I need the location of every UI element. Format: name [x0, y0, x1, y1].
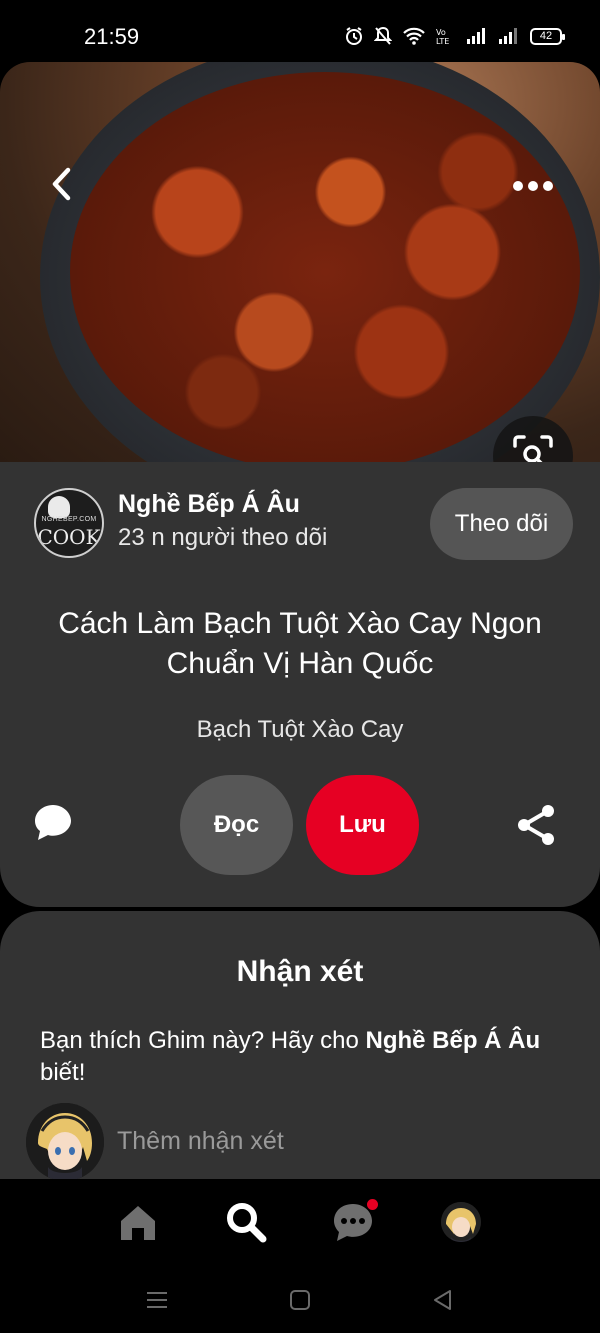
- share-button[interactable]: [515, 803, 557, 847]
- triangle-back-icon: [434, 1290, 451, 1310]
- chevron-left-icon: [52, 167, 71, 201]
- more-dots-icon: [513, 181, 553, 191]
- signal-1-icon: [467, 28, 485, 44]
- wifi-icon: [403, 27, 425, 45]
- pin-image[interactable]: [0, 62, 600, 462]
- square-icon: [290, 1290, 310, 1310]
- recent-apps-button[interactable]: [142, 1285, 172, 1315]
- follow-button[interactable]: Theo dõi: [430, 488, 573, 560]
- profile-avatar: [441, 1202, 481, 1242]
- svg-text:LTE: LTE: [436, 37, 449, 45]
- share-icon: [518, 805, 554, 845]
- system-back-button[interactable]: [428, 1285, 458, 1315]
- visual-search-icon: [513, 435, 553, 462]
- comment-button[interactable]: [32, 802, 74, 844]
- volte-icon: VoLTE: [436, 28, 449, 45]
- save-button[interactable]: Lưu: [306, 775, 419, 875]
- status-bar: 21:59 Vo LTE 42: [0, 0, 600, 62]
- user-avatar: [26, 1103, 104, 1181]
- anime-avatar-illustration: [26, 1103, 104, 1181]
- bottom-navigation: [0, 1179, 600, 1269]
- svg-text:Vo: Vo: [436, 28, 446, 37]
- search-icon: [227, 1203, 267, 1243]
- visual-search-button[interactable]: [493, 416, 573, 462]
- comments-prompt-suffix: biết!: [40, 1059, 86, 1086]
- comments-prompt-name: Nghề Bếp Á Âu: [365, 1027, 541, 1054]
- more-button[interactable]: [510, 174, 556, 198]
- nav-home[interactable]: [113, 1197, 163, 1247]
- home-icon: [121, 1206, 155, 1240]
- status-time: 21:59: [84, 24, 140, 49]
- menu-icon: [147, 1292, 167, 1308]
- status-icons: Vo LTE 42: [344, 26, 565, 46]
- profile-avatar-illustration: [441, 1202, 481, 1242]
- back-button[interactable]: [44, 162, 80, 206]
- speech-bubble-icon: [35, 805, 71, 840]
- read-button[interactable]: Đọc: [180, 775, 293, 875]
- notification-dot: [367, 1199, 378, 1210]
- comments-heading: Nhận xét: [236, 955, 364, 988]
- publisher-name[interactable]: Nghề Bếp Á Âu: [118, 490, 300, 519]
- logo-small-text: NGHEBEP.COM: [41, 516, 97, 523]
- nav-search[interactable]: [221, 1197, 271, 1247]
- logo-main-text: COOK: [37, 525, 101, 549]
- alarm-icon: [346, 27, 362, 45]
- signal-2-icon: [499, 28, 517, 44]
- nav-profile[interactable]: [436, 1197, 486, 1247]
- comments-prompt-prefix: Bạn thích Ghim này? Hãy cho: [40, 1027, 366, 1054]
- chef-hat-icon: [48, 496, 70, 518]
- pin-subtitle: Bạch Tuột Xào Cay: [196, 716, 404, 743]
- food-photo: [70, 72, 580, 462]
- pin-title: Cách Làm Bạch Tuột Xào Cay Ngon Chuẩn Vị…: [58, 607, 542, 680]
- mute-bell-icon: [374, 26, 392, 45]
- pin-details-card: NGHEBEP.COM COOK Nghề Bếp Á Âu 23 n ngườ…: [0, 462, 600, 907]
- nav-messages[interactable]: [328, 1197, 378, 1247]
- comments-prompt: Bạn thích Ghim này? Hãy cho Nghề Bếp Á Â…: [40, 1025, 560, 1089]
- add-comment-input[interactable]: Thêm nhận xét: [117, 1127, 284, 1156]
- battery-indicator: 42: [530, 27, 565, 45]
- publisher-followers: 23 n người theo dõi: [118, 524, 328, 551]
- system-navigation: [0, 1269, 600, 1333]
- comments-card: Nhận xét Bạn thích Ghim này? Hãy cho Ngh…: [0, 911, 600, 1211]
- publisher-avatar[interactable]: NGHEBEP.COM COOK: [34, 488, 104, 558]
- system-home-button[interactable]: [285, 1285, 315, 1315]
